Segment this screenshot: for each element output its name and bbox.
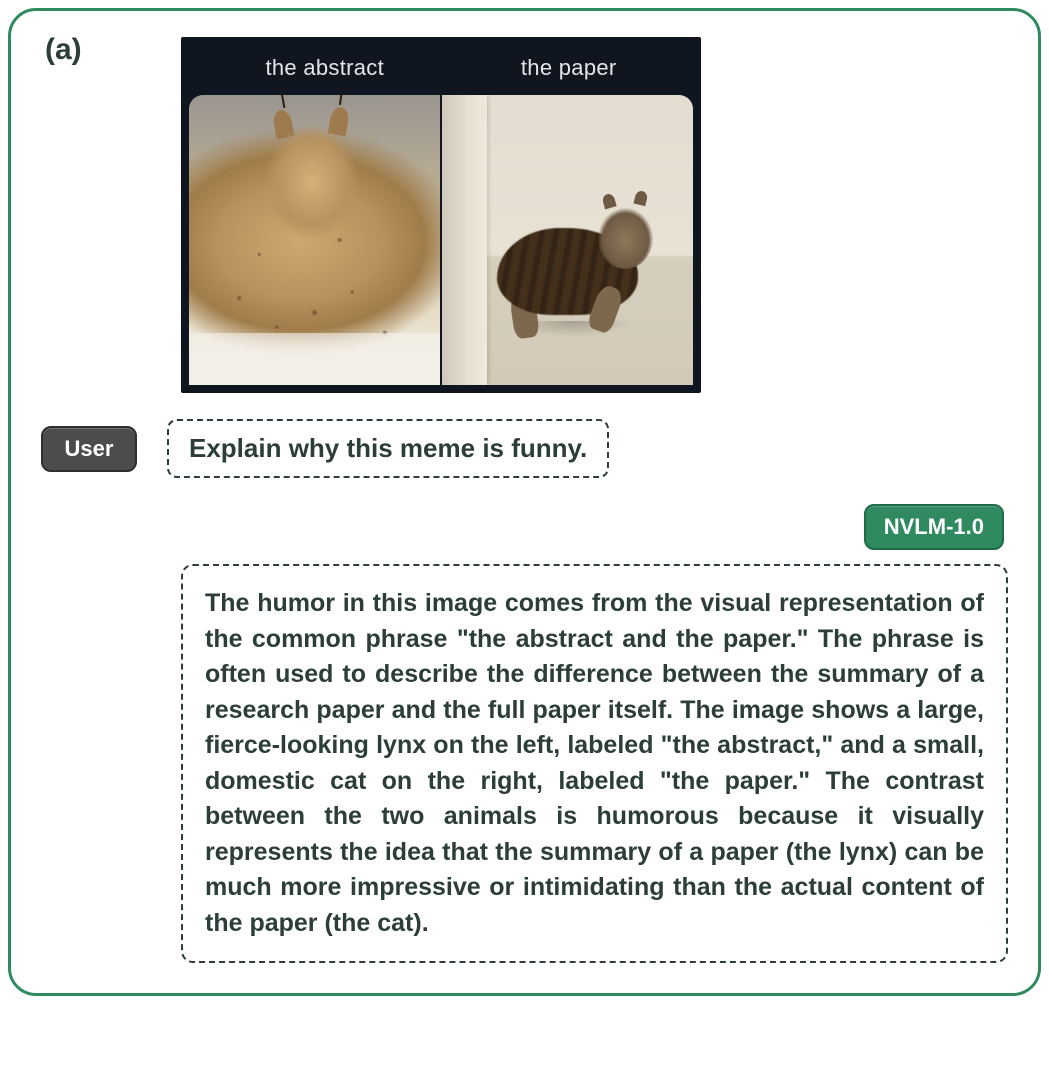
meme-image-abstract <box>189 95 440 385</box>
meme-container: the abstract the paper <box>181 37 1008 393</box>
model-badge: NVLM-1.0 <box>864 504 1004 550</box>
model-response: The humor in this image comes from the v… <box>181 564 1008 963</box>
meme: the abstract the paper <box>181 37 701 393</box>
meme-images <box>189 95 693 385</box>
panel-tag: (a) <box>45 33 82 67</box>
meme-label-right: the paper <box>521 55 617 81</box>
model-row: NVLM-1.0 <box>41 504 1008 550</box>
user-row: User Explain why this meme is funny. <box>41 419 1008 478</box>
meme-label-left: the abstract <box>265 55 384 81</box>
meme-image-paper <box>442 95 693 385</box>
user-prompt: Explain why this meme is funny. <box>167 419 609 478</box>
example-panel: (a) the abstract the paper <box>8 8 1041 996</box>
user-badge: User <box>41 426 137 472</box>
meme-labels: the abstract the paper <box>189 49 693 95</box>
